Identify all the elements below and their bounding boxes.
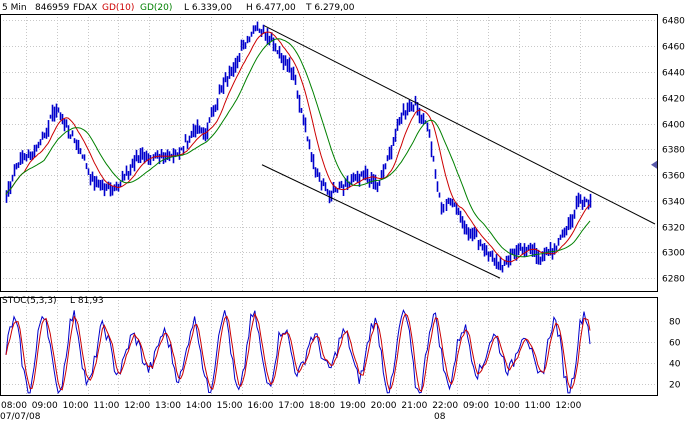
trend-channel — [261, 25, 656, 279]
axes: 6280 6300 6320 6340 6360 6380 6400 6420 6440 6460… — [0, 14, 685, 411]
time-tick-label: 22:00 — [432, 401, 458, 411]
date-label-2: 08 — [434, 412, 446, 422]
price-tick-label: 6460 — [662, 43, 685, 53]
stoch-tick-label: 20 — [669, 381, 681, 391]
time-tick-label: 15:00 — [217, 401, 243, 411]
code-label: 846959 — [35, 3, 70, 13]
time-tick-label: 12:00 — [555, 401, 581, 411]
time-tick-label: 09:00 — [463, 401, 489, 411]
interval-label: 5 Min — [2, 3, 27, 13]
price-tick-label: 6480 — [662, 17, 685, 27]
low-value: L 6.339,00 — [184, 3, 232, 13]
time-tick-label: 21:00 — [401, 401, 427, 411]
t-value: T 6.279,00 — [305, 3, 355, 13]
upper-trendline — [263, 25, 656, 225]
time-tick-label: 10:00 — [494, 401, 520, 411]
time-tick-label: 20:00 — [371, 401, 397, 411]
gd20-legend: GD(20) — [140, 3, 172, 13]
date-label-1: 07/07/08 — [0, 412, 41, 422]
price-tick-label: 6280 — [662, 275, 685, 285]
time-tick-label: 13:00 — [155, 401, 181, 411]
price-tick-label: 6380 — [662, 146, 685, 156]
time-tick-label: 16:00 — [247, 401, 273, 411]
price-tick-label: 6300 — [662, 249, 685, 259]
symbol-label: FDAX — [73, 3, 97, 13]
time-tick-label: 19:00 — [340, 401, 366, 411]
price-tick-label: 6320 — [662, 224, 685, 234]
time-tick-label: 14:00 — [186, 401, 212, 411]
time-tick-label: 17:00 — [278, 401, 304, 411]
time-tick-label: 11:00 — [525, 401, 551, 411]
stoch-d-line — [5, 312, 591, 393]
time-tick-label: 08:00 — [1, 401, 27, 411]
stoch-label: STOC(5,3,3) — [2, 296, 57, 306]
price-tick-label: 6340 — [662, 198, 685, 208]
stoch-value: L 81,93 — [70, 296, 104, 306]
price-tick-label: 6440 — [662, 69, 685, 79]
price-tick-label: 6420 — [662, 95, 685, 105]
gd10-legend: GD(10) — [102, 3, 134, 13]
time-tick-label: 18:00 — [309, 401, 335, 411]
time-tick-label: 09:00 — [32, 401, 58, 411]
price-tick-label: 6360 — [662, 172, 685, 182]
high-value: H 6.477,00 — [246, 3, 296, 13]
current-price-marker — [651, 160, 657, 169]
price-tick-label: 6400 — [662, 121, 685, 131]
chart: 6280 6300 6320 6340 6360 6380 6400 6420 6440 6460… — [0, 3, 685, 422]
time-tick-label: 10:00 — [63, 401, 89, 411]
stoch-tick-label: 40 — [669, 360, 681, 370]
time-tick-label: 12:00 — [124, 401, 150, 411]
stochastic-lines — [5, 308, 591, 395]
time-tick-label: 11:00 — [93, 401, 119, 411]
stoch-tick-label: 80 — [669, 318, 681, 328]
stoch-tick-label: 60 — [669, 339, 681, 349]
